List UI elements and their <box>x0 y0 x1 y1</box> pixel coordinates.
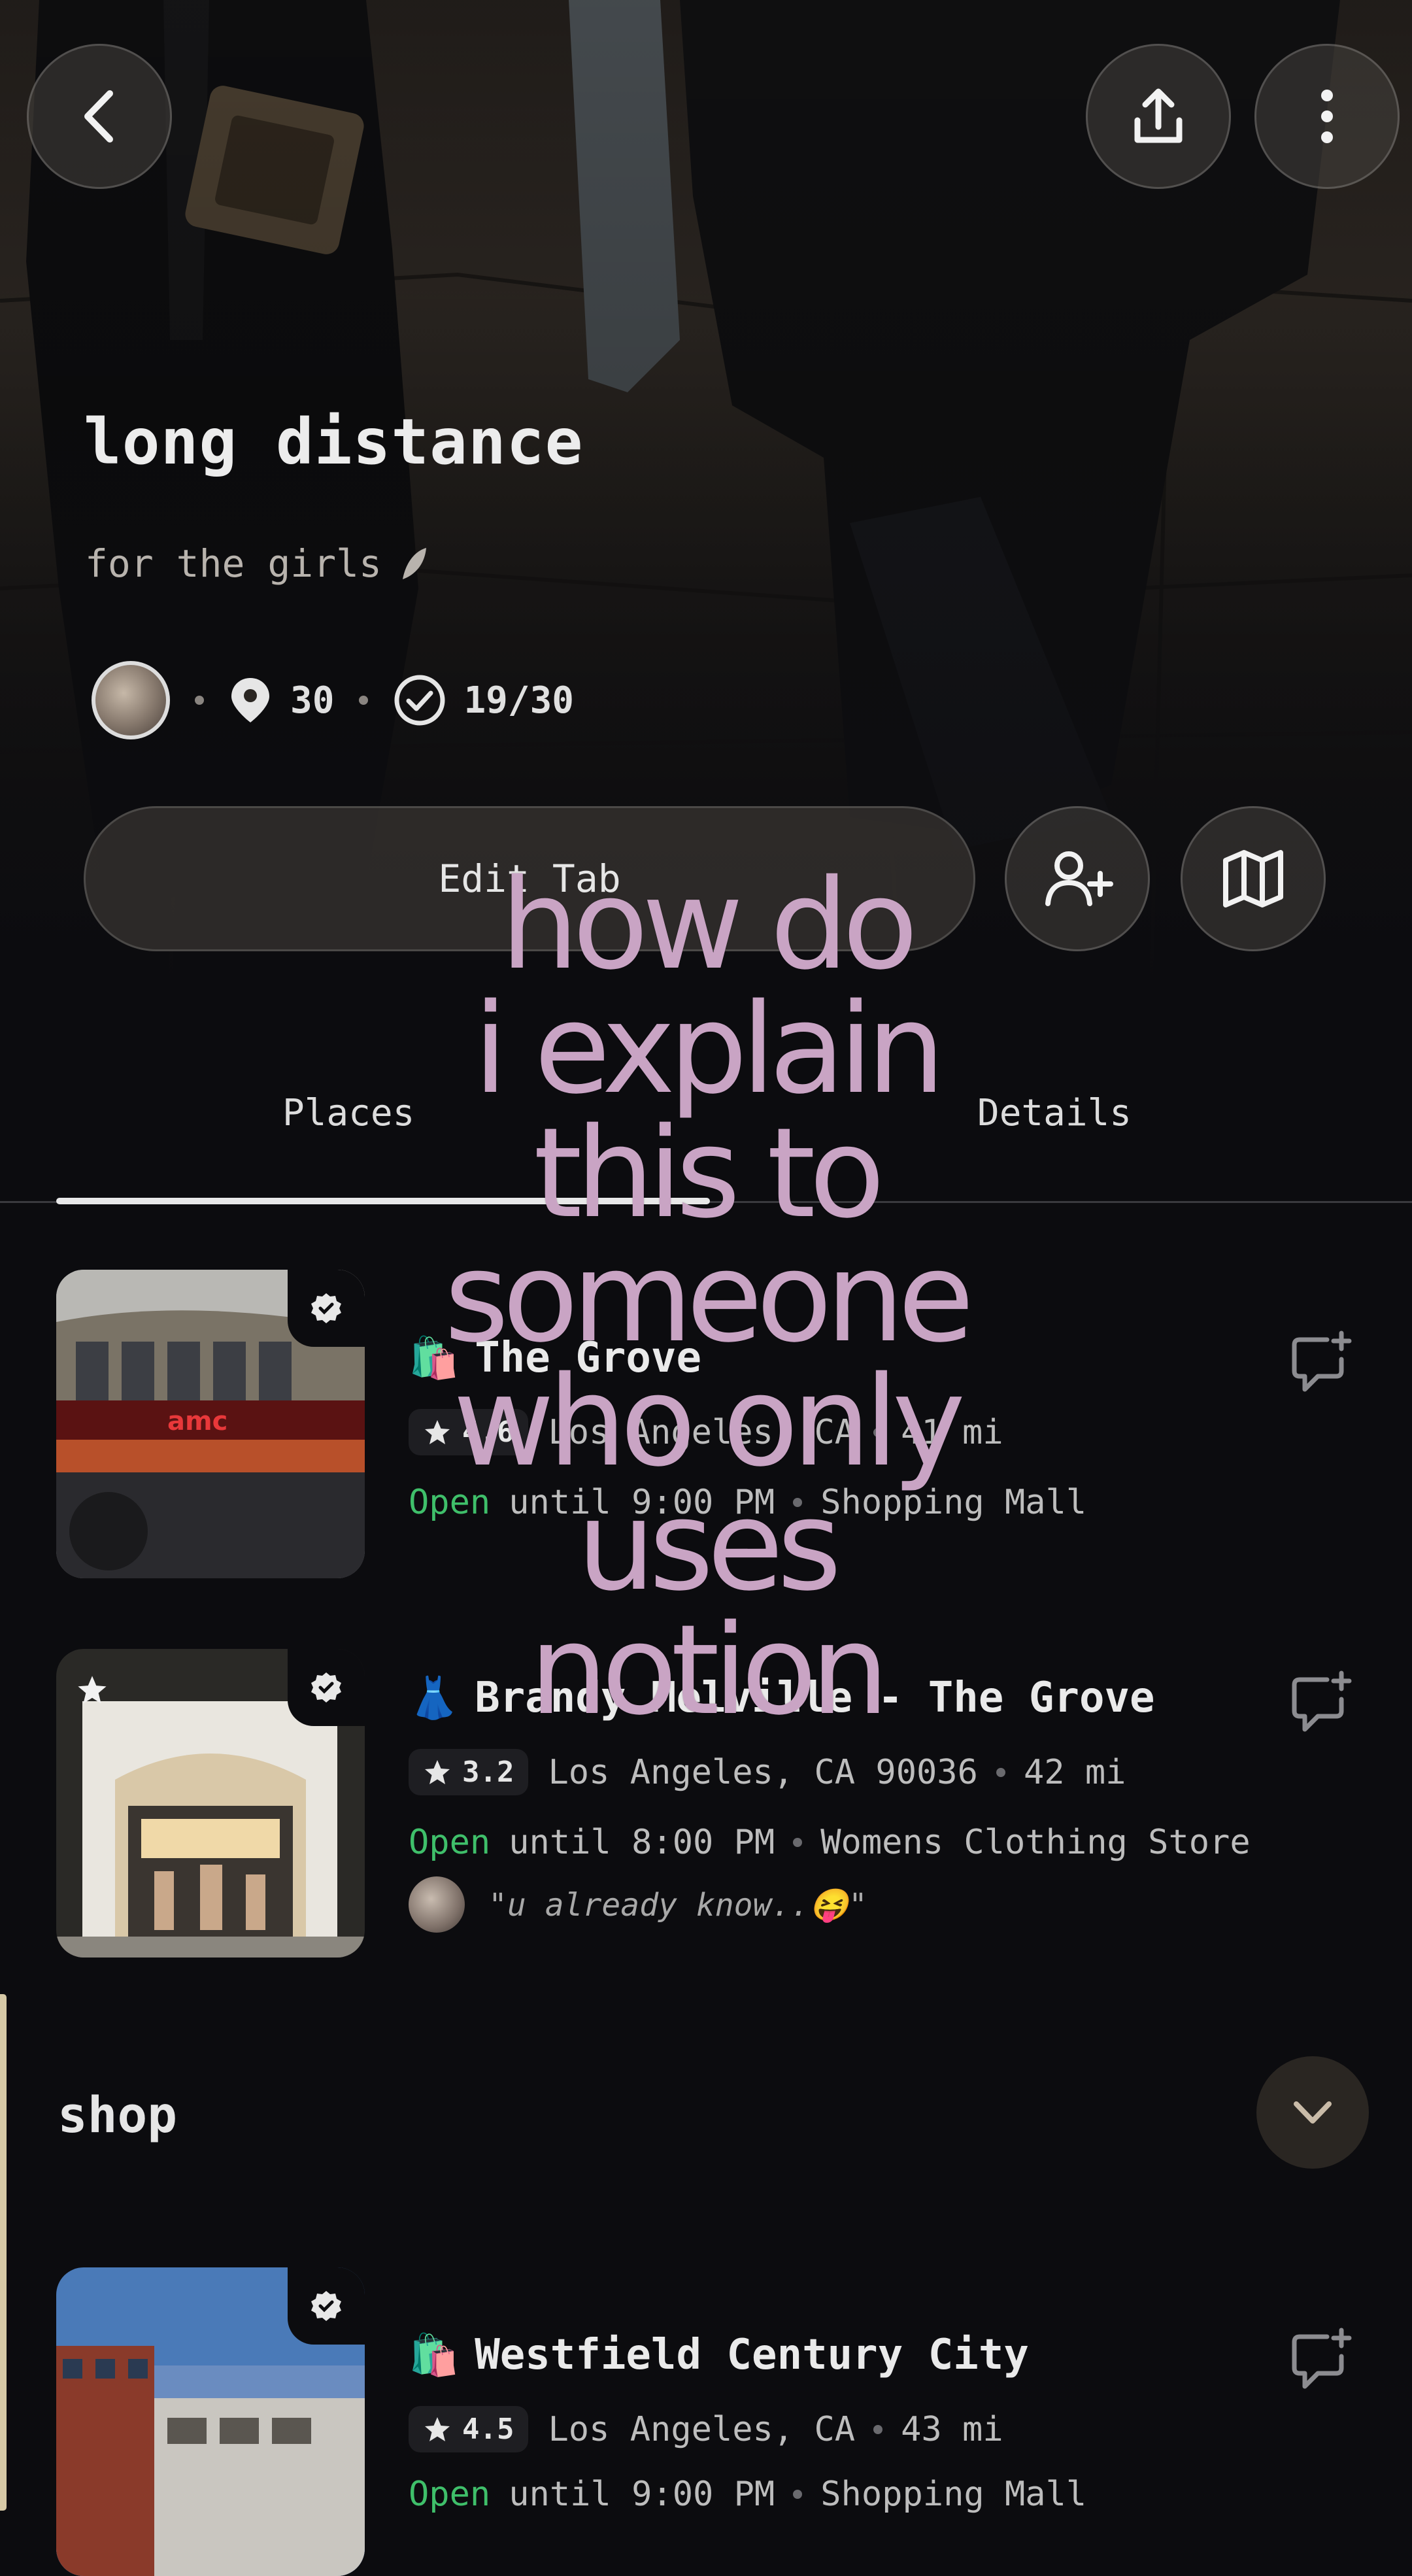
check-badge-icon <box>311 1293 341 1323</box>
caption-line: this to <box>533 1101 885 1246</box>
separator-dot <box>996 1767 1005 1777</box>
check-circle-icon <box>394 675 445 726</box>
add-collaborator-button[interactable] <box>1005 806 1150 951</box>
note-text: "u already know..😝" <box>488 1886 867 1924</box>
caption-line: how do <box>500 853 918 997</box>
place-distance: 43 mi <box>901 2409 1003 2449</box>
places-count: 30 <box>290 679 335 722</box>
star-icon <box>425 1759 450 1784</box>
open-status: Open <box>409 2475 491 2514</box>
map-view-button[interactable] <box>1181 806 1326 951</box>
check-badge-icon <box>311 1672 341 1703</box>
rating-badge: 4.5 <box>409 2406 529 2452</box>
add-user-icon <box>1045 851 1113 906</box>
place-category: Womens Clothing Store <box>820 1823 1251 1862</box>
caption-line: someone <box>444 1225 975 1370</box>
check-badge-icon <box>311 2291 341 2321</box>
rating-value: 4.5 <box>462 2413 514 2446</box>
favorite-star-icon <box>78 1676 107 1704</box>
place-hours: Open until 8:00 PM Womens Clothing Store <box>409 1823 1251 1862</box>
owner-avatar[interactable] <box>92 661 170 739</box>
category-emoji: 🛍️ <box>409 2331 460 2379</box>
section-title: shop <box>58 2086 178 2144</box>
visited-count: 19/30 <box>463 679 575 722</box>
place-meta: 4.5 Los Angeles, CA 43 mi <box>409 2406 1003 2452</box>
map-icon <box>1223 850 1283 907</box>
share-icon <box>1134 88 1183 143</box>
location-pin-icon <box>231 678 269 722</box>
visited-badge <box>288 2267 365 2345</box>
rating-value: 3.2 <box>462 1755 514 1789</box>
caption-line: i explain <box>473 977 945 1121</box>
visited-badge <box>288 1649 365 1726</box>
place-note[interactable]: "u already know..😝" <box>409 1876 867 1933</box>
overlay-caption: how do i explain this to someone who onl… <box>405 863 1007 1733</box>
more-options-button[interactable] <box>1254 44 1400 189</box>
add-comment-icon[interactable] <box>1288 1330 1353 1396</box>
add-comment-icon[interactable] <box>1288 1670 1353 1736</box>
tab-subtitle: for the girls <box>85 541 429 586</box>
chevron-left-icon <box>84 90 113 143</box>
feather-icon <box>402 548 426 579</box>
place-title: Westfield Century City <box>475 2331 1029 2379</box>
place-category: Shopping Mall <box>820 2475 1087 2514</box>
caption-line: uses notion <box>529 1474 890 1742</box>
section-collapse-button[interactable] <box>1256 2056 1369 2169</box>
separator-dot <box>873 2424 883 2434</box>
place-location: Los Angeles, CA 90036 <box>548 1752 978 1792</box>
tab-places[interactable]: Places <box>282 1092 414 1134</box>
amc-sign: amc <box>167 1406 227 1436</box>
back-button[interactable] <box>27 44 172 189</box>
place-meta: 3.2 Los Angeles, CA 90036 42 mi <box>409 1749 1126 1795</box>
open-status: Open <box>409 1823 491 1862</box>
hours-text: until 9:00 PM <box>509 2475 775 2514</box>
visited-badge <box>288 1270 365 1347</box>
separator-dot <box>195 696 204 705</box>
tab-stats: 30 19/30 <box>92 659 574 741</box>
place-thumbnail[interactable] <box>56 1649 365 1957</box>
hours-text: until 8:00 PM <box>509 1823 775 1862</box>
place-distance: 42 mi <box>1023 1752 1126 1792</box>
share-button[interactable] <box>1086 44 1231 189</box>
place-name[interactable]: 🛍️ Westfield Century City <box>409 2331 1029 2379</box>
subtitle-text: for the girls <box>85 541 382 586</box>
caption-line: who only <box>452 1349 966 1494</box>
chevron-down-icon <box>1294 2101 1332 2124</box>
separator-dot <box>793 1838 803 1847</box>
separator-dot <box>793 2490 803 2499</box>
place-thumbnail[interactable] <box>56 2267 365 2576</box>
scroll-indicator <box>0 1994 7 2511</box>
more-vertical-icon <box>1321 90 1333 143</box>
rating-badge: 3.2 <box>409 1749 529 1795</box>
tab-title: long distance <box>84 405 584 479</box>
separator-dot <box>359 696 369 705</box>
place-thumbnail[interactable]: amc <box>56 1270 365 1578</box>
place-hours: Open until 9:00 PM Shopping Mall <box>409 2475 1086 2514</box>
star-icon <box>425 2416 450 2441</box>
add-comment-icon[interactable] <box>1288 2328 1353 2393</box>
place-location: Los Angeles, CA <box>548 2409 856 2449</box>
note-author-avatar <box>409 1876 465 1933</box>
